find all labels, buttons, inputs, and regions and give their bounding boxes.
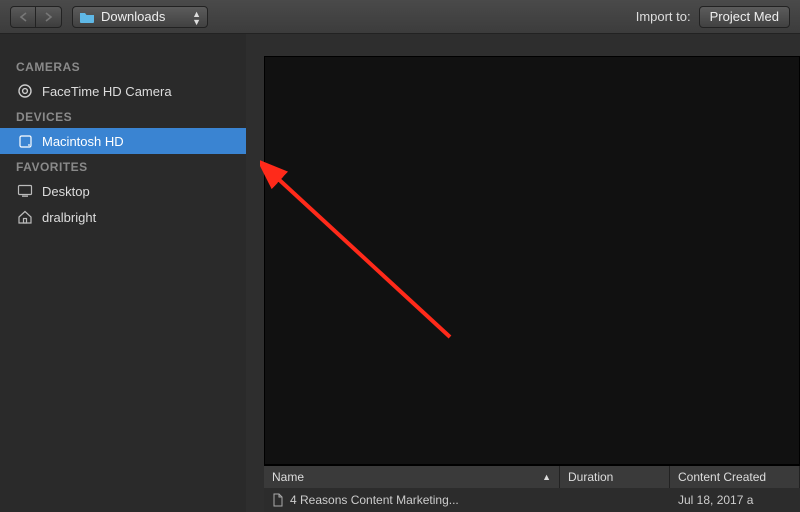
sidebar-item-macintosh-hd[interactable]: Macintosh HD	[0, 128, 246, 154]
file-created: Jul 18, 2017 a	[670, 493, 800, 507]
sidebar: CAMERAS FaceTime HD Camera DEVICES Macin…	[0, 34, 246, 512]
col-header-name[interactable]: Name ▲	[264, 466, 560, 488]
sidebar-item-label: FaceTime HD Camera	[42, 84, 172, 99]
annotation-arrow	[260, 157, 480, 357]
folder-icon	[79, 11, 95, 23]
desktop-icon	[16, 184, 34, 198]
hdd-icon	[16, 134, 34, 149]
sort-asc-icon: ▲	[542, 472, 551, 482]
import-to-label: Import to:	[636, 9, 691, 24]
path-dropdown[interactable]: Downloads ▲▼	[72, 6, 208, 28]
file-table: Name ▲ Duration Content Created 4 Reason…	[264, 465, 800, 512]
content-area: Name ▲ Duration Content Created 4 Reason…	[246, 34, 800, 512]
forward-button[interactable]	[36, 6, 62, 28]
nav-buttons	[10, 6, 62, 28]
sidebar-item-desktop[interactable]: Desktop	[0, 178, 246, 204]
section-heading-cameras: CAMERAS	[0, 54, 246, 78]
table-row[interactable]: 4 Reasons Content Marketing... Jul 18, 2…	[264, 488, 800, 512]
import-target-label: Project Med	[710, 9, 779, 24]
sidebar-item-label: Macintosh HD	[42, 134, 124, 149]
sidebar-item-label: Desktop	[42, 184, 90, 199]
section-heading-devices: DEVICES	[0, 104, 246, 128]
preview-pane	[264, 56, 800, 465]
sidebar-item-label: dralbright	[42, 210, 96, 225]
sidebar-item-facetime-camera[interactable]: FaceTime HD Camera	[0, 78, 246, 104]
path-label: Downloads	[101, 9, 165, 24]
col-header-duration[interactable]: Duration	[560, 466, 670, 488]
main: CAMERAS FaceTime HD Camera DEVICES Macin…	[0, 34, 800, 512]
file-name: 4 Reasons Content Marketing...	[290, 493, 459, 507]
sidebar-item-home[interactable]: dralbright	[0, 204, 246, 230]
table-header: Name ▲ Duration Content Created	[264, 466, 800, 488]
home-icon	[16, 210, 34, 224]
import-target-dropdown[interactable]: Project Med	[699, 6, 790, 28]
back-button[interactable]	[10, 6, 36, 28]
camera-icon	[16, 83, 34, 99]
col-header-created[interactable]: Content Created	[670, 466, 800, 488]
section-heading-favorites: FAVORITES	[0, 154, 246, 178]
updown-icon: ▲▼	[192, 10, 201, 26]
document-icon	[272, 493, 284, 507]
toolbar: Downloads ▲▼ Import to: Project Med	[0, 0, 800, 34]
